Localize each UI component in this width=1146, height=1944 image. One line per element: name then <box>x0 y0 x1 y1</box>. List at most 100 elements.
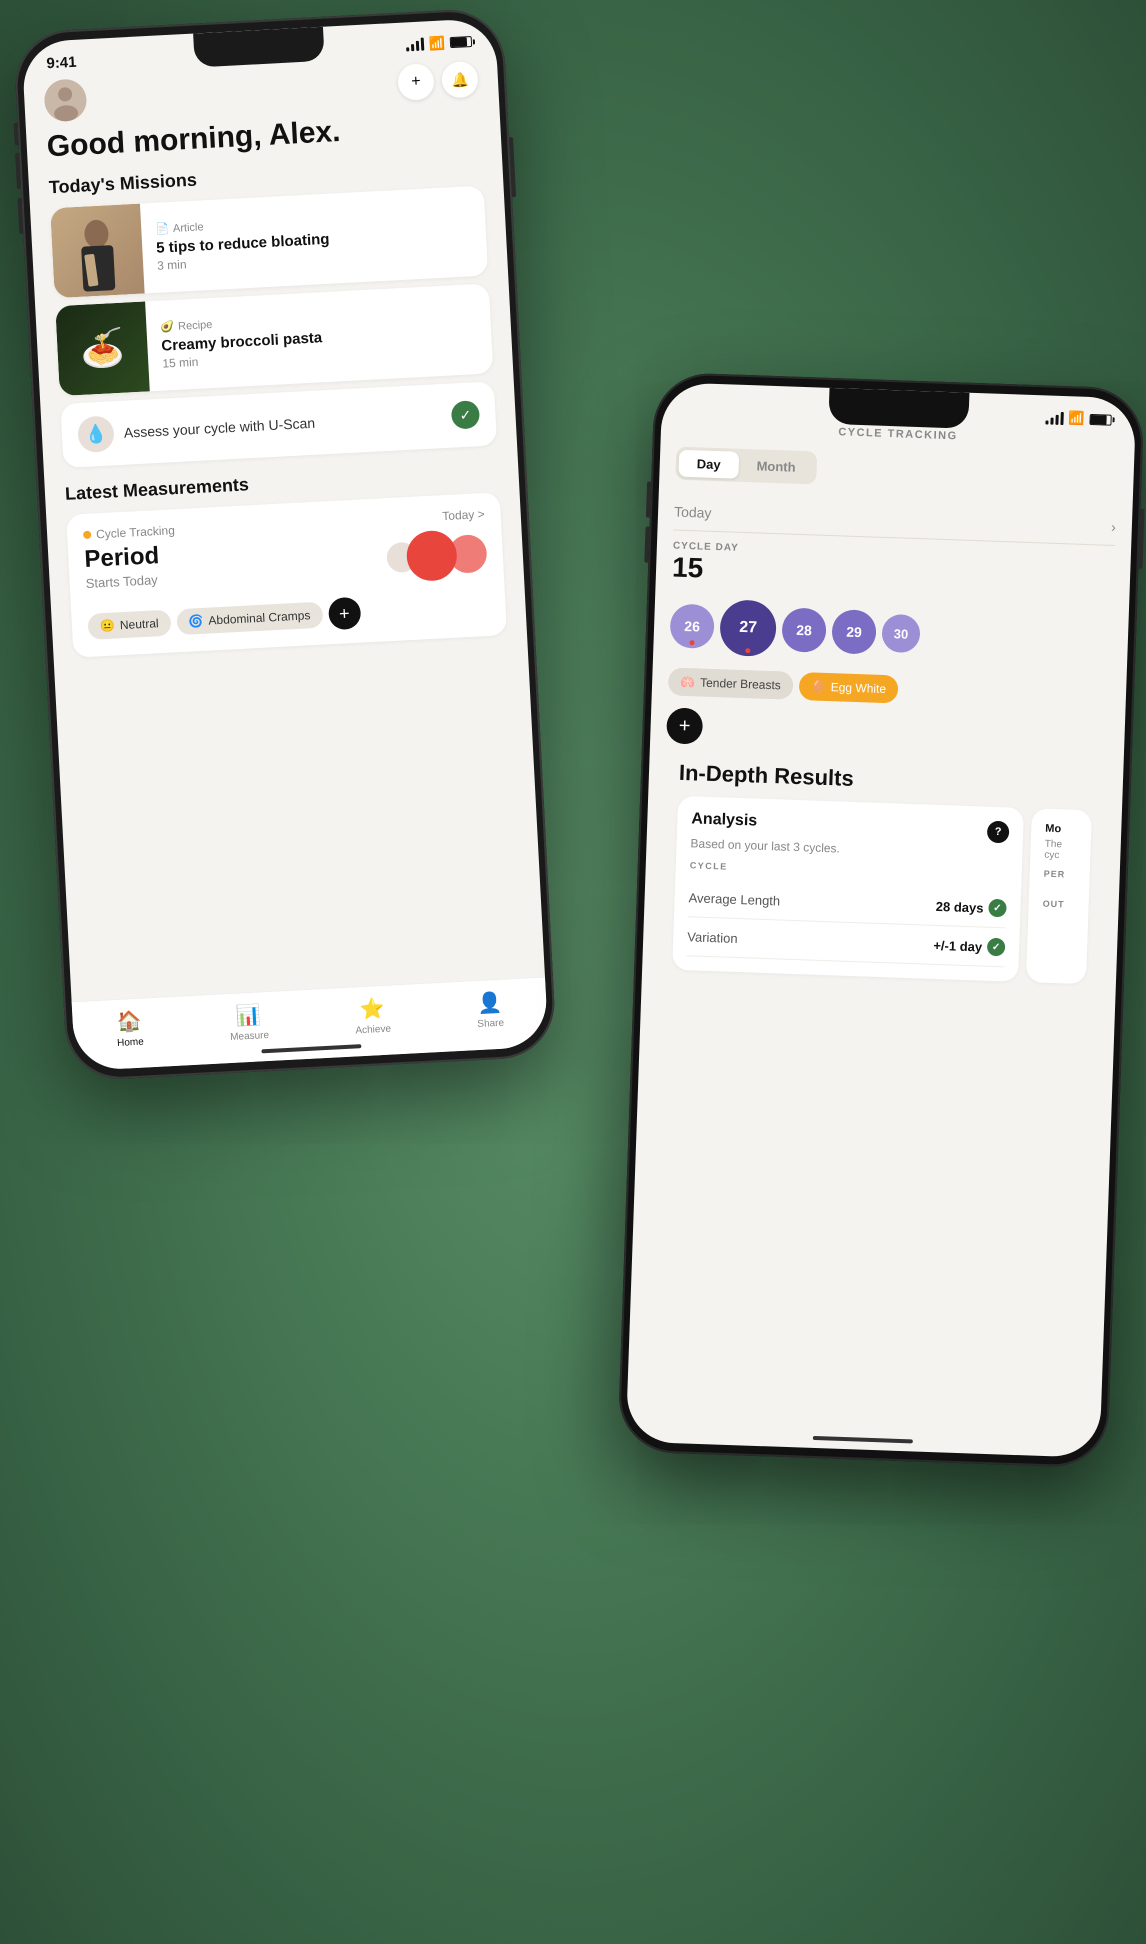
home-indicator-2[interactable] <box>813 1436 913 1443</box>
volume-down-button[interactable] <box>17 198 23 234</box>
bar1 <box>406 47 409 51</box>
achieve-icon: ⭐ <box>359 996 385 1022</box>
phone1-screen: 9:41 📶 <box>21 18 548 1071</box>
chevron-right-icon: › <box>1111 519 1116 535</box>
p1-main-content: + 🔔 Good morning, Alex. Today's Missions <box>23 53 548 1056</box>
uscan-left: 💧 Assess your cycle with U-Scan <box>77 405 316 453</box>
in-depth-section: In-Depth Results Analysis ? Based on you… <box>658 759 1107 994</box>
article-icon: 📄 <box>155 222 169 236</box>
signal-icon-2 <box>1045 411 1063 425</box>
analysis-help-button[interactable]: ? <box>987 821 1010 844</box>
measurements-card[interactable]: Cycle Tracking Today > Period Starts Tod… <box>66 492 507 658</box>
mute-button[interactable] <box>14 123 19 145</box>
day-month-tabs: Day Month <box>675 447 817 485</box>
signal-icon-1 <box>405 38 424 52</box>
tab-month[interactable]: Month <box>738 452 814 482</box>
measure-today[interactable]: Today > <box>442 507 485 523</box>
measure-icon: 📊 <box>235 1002 261 1028</box>
mission-card-article[interactable]: 📄 Article 5 tips to reduce bloating 3 mi… <box>50 186 488 299</box>
nav-home[interactable]: 🏠 Home <box>115 1009 144 1049</box>
in-depth-title: In-Depth Results <box>679 760 1094 800</box>
variation-value: +/-1 day ✓ <box>933 936 1005 956</box>
uscan-check: ✓ <box>451 400 480 429</box>
mission-info-article: 📄 Article 5 tips to reduce bloating 3 mi… <box>140 193 346 293</box>
p2-main-content: CYCLE TRACKING Day Month Today › CYCLE D… <box>626 416 1135 1442</box>
recipe-icon: 🥑 <box>160 320 174 334</box>
egg-icon: 🥚 <box>811 679 826 694</box>
cal-day-27[interactable]: 27 <box>719 599 777 657</box>
phone-2: 📶 CYCLE TRACKING Day Month Today › CYCLE… <box>617 372 1144 1468</box>
uscan-text: Assess your cycle with U-Scan <box>123 415 315 441</box>
period-info: Period Starts Today <box>84 542 161 601</box>
power-btn-2[interactable] <box>1138 509 1144 569</box>
bar2 <box>411 44 414 51</box>
symptom-egg-white[interactable]: 🥚 Egg White <box>798 672 898 703</box>
symptom-row: 😐 Neutral 🌀 Abdominal Cramps + <box>87 590 490 643</box>
volume-up-button[interactable] <box>15 153 21 189</box>
tender-icon: 🫁 <box>680 675 695 690</box>
cal-day-26[interactable]: 26 <box>669 603 715 649</box>
uscan-card[interactable]: 💧 Assess your cycle with U-Scan ✓ <box>60 381 497 468</box>
variation-check: ✓ <box>987 938 1006 957</box>
mission-info-recipe: 🥑 Recipe Creamy broccoli pasta 15 min <box>145 292 338 392</box>
notch-2 <box>828 388 969 429</box>
settings-button[interactable]: 🔔 <box>441 61 479 99</box>
wifi-icon-1: 📶 <box>428 35 445 52</box>
time-display-1: 9:41 <box>46 54 77 73</box>
status-icons-1: 📶 <box>405 34 472 53</box>
neutral-emoji: 😐 <box>100 618 116 633</box>
add-symptom-button[interactable]: + <box>328 597 362 631</box>
analysis-card: Analysis ? Based on your last 3 cycles. … <box>672 796 1024 982</box>
vol-up-2[interactable] <box>646 482 651 518</box>
share-icon: 👤 <box>477 990 503 1016</box>
battery-fill-2 <box>1090 415 1106 425</box>
add-cycle-data-button[interactable]: + <box>666 707 703 744</box>
period-subtitle: Starts Today <box>85 572 160 591</box>
status-icons-2: 📶 <box>1045 409 1112 427</box>
today-row[interactable]: Today › <box>673 494 1116 546</box>
orange-dot <box>83 531 91 539</box>
battery-fill-1 <box>451 37 467 47</box>
per-label: PER <box>1044 869 1076 880</box>
nav-share[interactable]: 👤 Share <box>476 990 505 1030</box>
today-text: Today <box>674 504 712 521</box>
analysis-title: Analysis <box>691 810 757 830</box>
wifi-icon-2: 📶 <box>1068 410 1085 427</box>
mission-card-recipe[interactable]: 🍝 🥑 Recipe Creamy broccoli pasta 15 min <box>55 283 493 396</box>
analysis-card-partial: Mo The cyc PER OUT <box>1026 808 1092 984</box>
recipe-image: 🍝 <box>55 301 150 396</box>
nav-achieve[interactable]: ⭐ Achieve <box>354 996 392 1037</box>
symptom-tender-breasts[interactable]: 🫁 Tender Breasts <box>668 667 794 699</box>
mo-text: The cyc <box>1044 839 1077 862</box>
symptom-cramps[interactable]: 🌀 Abdominal Cramps <box>176 602 323 636</box>
home-icon: 🏠 <box>116 1009 142 1035</box>
cal-day-30[interactable]: 30 <box>881 614 920 653</box>
avg-length-value: 28 days ✓ <box>936 897 1007 917</box>
battery-icon-2 <box>1089 413 1111 425</box>
symptom-neutral[interactable]: 😐 Neutral <box>87 610 171 640</box>
cycle-symptom-tags: 🫁 Tender Breasts 🥚 Egg White <box>668 667 1111 710</box>
period-title: Period <box>84 542 160 574</box>
power-button[interactable] <box>509 137 516 197</box>
cal-day-29[interactable]: 29 <box>831 609 877 655</box>
tab-day[interactable]: Day <box>678 450 739 479</box>
article-image <box>50 204 145 299</box>
calendar-row: 26 27 28 29 30 <box>669 597 1113 668</box>
avg-length-check: ✓ <box>988 899 1007 918</box>
phone-1: 9:41 📶 <box>13 7 557 1081</box>
nav-measure[interactable]: 📊 Measure <box>228 1002 269 1043</box>
avatar[interactable] <box>43 78 87 122</box>
cycle-section-label: CYCLE <box>690 860 1008 881</box>
top-buttons: + 🔔 <box>397 61 479 101</box>
measure-label: Cycle Tracking <box>83 523 175 542</box>
bar3 <box>416 41 420 51</box>
notch-1 <box>193 27 325 68</box>
add-button[interactable]: + <box>397 63 435 101</box>
vol-down-2[interactable] <box>644 527 649 563</box>
phone2-screen: 📶 CYCLE TRACKING Day Month Today › CYCLE… <box>626 382 1137 1458</box>
analysis-row-wrapper: Analysis ? Based on your last 3 cycles. … <box>672 796 1092 994</box>
period-circle-md <box>448 533 488 573</box>
cramps-emoji: 🌀 <box>188 614 204 629</box>
cal-day-28[interactable]: 28 <box>781 607 827 653</box>
out-label: OUT <box>1042 899 1074 910</box>
